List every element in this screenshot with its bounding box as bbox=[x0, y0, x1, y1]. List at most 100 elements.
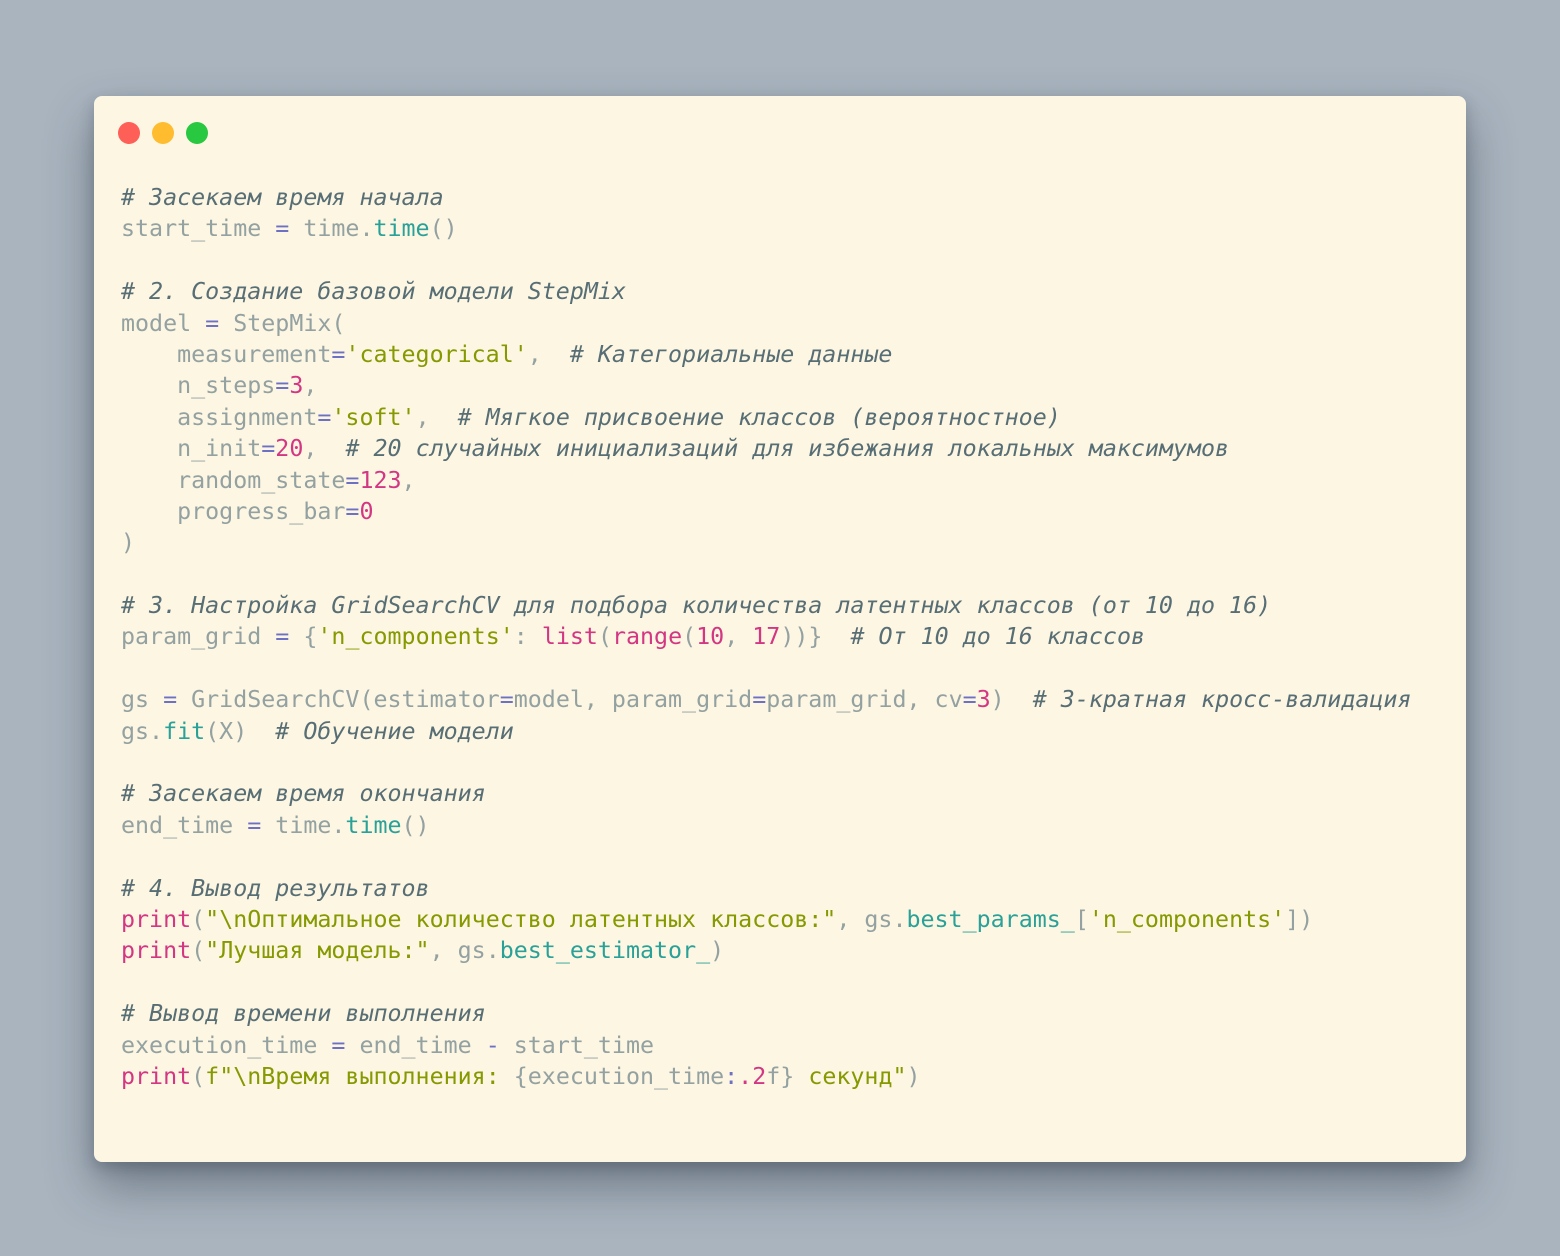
code-line: execution_time = end_time - start_time bbox=[121, 1030, 1411, 1061]
code-token: n_init bbox=[121, 435, 262, 463]
code-token: , bbox=[415, 403, 458, 431]
code-token: progress_bar bbox=[121, 497, 346, 525]
code-token: 'n_components' bbox=[1088, 905, 1286, 933]
code-line: print(f"\nВремя выполнения: {execution_t… bbox=[121, 1061, 1411, 1092]
code-token: "Лучшая модель:" bbox=[205, 937, 430, 965]
code-token: , gs. bbox=[836, 905, 907, 933]
code-token: model, param_grid bbox=[513, 686, 753, 714]
code-token: = bbox=[962, 686, 977, 714]
code-token: list bbox=[541, 623, 598, 651]
code-token: model bbox=[121, 309, 206, 337]
code-token: = bbox=[331, 1031, 346, 1059]
code-line: gs.fit(X) # Обучение модели bbox=[121, 716, 1411, 747]
code-token: end_time bbox=[345, 1031, 486, 1059]
code-line: n_steps=3, bbox=[121, 370, 1411, 401]
code-comment: # Засекаем время начала bbox=[121, 184, 444, 211]
code-token: {execution_time bbox=[513, 1062, 725, 1090]
code-token: [ bbox=[1074, 905, 1089, 933]
code-token: ( bbox=[191, 937, 206, 965]
code-token: time. bbox=[289, 215, 374, 243]
code-token: : bbox=[513, 623, 542, 651]
code-token: "\nОптимальное количество латентных клас… bbox=[205, 905, 837, 933]
code-token: (X) bbox=[205, 717, 276, 745]
code-comment: # 4. Вывод результатов bbox=[121, 874, 430, 902]
maximize-button[interactable] bbox=[186, 122, 208, 144]
window-controls bbox=[118, 122, 220, 144]
code-token: ) bbox=[121, 529, 136, 557]
code-token: ]) bbox=[1285, 905, 1314, 933]
code-token: , gs. bbox=[429, 937, 500, 965]
code-line: n_init=20, # 20 случайных инициализаций … bbox=[121, 433, 1411, 464]
code-token: , bbox=[401, 466, 416, 494]
code-token: 20 bbox=[275, 435, 304, 463]
code-token: measurement bbox=[121, 340, 332, 368]
code-token: assignment bbox=[121, 403, 318, 431]
code-line: end_time = time.time() bbox=[121, 810, 1411, 841]
code-token: : bbox=[724, 1062, 739, 1090]
close-button[interactable] bbox=[118, 122, 140, 144]
code-token: ) bbox=[906, 1062, 921, 1090]
code-token: ( bbox=[597, 623, 612, 651]
code-line: start_time = time.time() bbox=[121, 213, 1411, 244]
code-token: StepMix( bbox=[219, 309, 346, 337]
code-line: # 4. Вывод результатов bbox=[121, 873, 1411, 904]
code-token: , bbox=[303, 372, 318, 400]
code-token: = bbox=[345, 466, 360, 494]
code-token: random_state bbox=[121, 466, 346, 494]
code-comment: # 3. Настройка GridSearchCV для подбора … bbox=[121, 592, 1272, 620]
code-comment: # Мягкое присвоение классов (вероятностн… bbox=[457, 403, 1061, 431]
code-window: # Засекаем время начала start_time = time… bbox=[94, 96, 1466, 1162]
code-token: 0 bbox=[359, 497, 374, 525]
code-token: = bbox=[317, 403, 332, 431]
code-token: time bbox=[345, 811, 402, 839]
code-line: gs = GridSearchCV(estimator=model, param… bbox=[121, 684, 1411, 715]
code-line: # Засекаем время окончания bbox=[121, 778, 1411, 809]
code-comment: # Категориальные данные bbox=[569, 340, 893, 368]
code-line: random_state=123, bbox=[121, 465, 1411, 496]
code-token: = bbox=[205, 309, 220, 337]
code-token: 10 bbox=[696, 623, 725, 651]
code-token: f} bbox=[766, 1062, 795, 1090]
code-block: # Засекаем время начала start_time = time… bbox=[121, 182, 1411, 1092]
code-token: fit bbox=[163, 717, 206, 745]
code-token: ) bbox=[990, 686, 1033, 714]
code-token: () bbox=[429, 215, 458, 243]
code-token: start_time bbox=[121, 215, 276, 243]
code-comment: # От 10 до 16 классов bbox=[850, 623, 1146, 651]
code-token: 123 bbox=[359, 466, 402, 494]
code-token: = bbox=[275, 623, 290, 651]
code-line: print("\nОптимальное количество латентны… bbox=[121, 904, 1411, 935]
code-token: 3 bbox=[976, 686, 991, 714]
code-token: 3 bbox=[289, 372, 304, 400]
code-token: = bbox=[275, 215, 290, 243]
code-token: секунд" bbox=[794, 1062, 907, 1090]
code-line: # 2. Создание базовой модели StepMix bbox=[121, 276, 1411, 307]
code-token: n_steps bbox=[121, 372, 276, 400]
minimize-button[interactable] bbox=[152, 122, 174, 144]
code-token: GridSearchCV(estimator bbox=[177, 686, 500, 714]
code-token: = bbox=[499, 686, 514, 714]
code-comment: # 2. Создание базовой модели StepMix bbox=[121, 278, 626, 306]
code-token: .2 bbox=[738, 1062, 767, 1090]
code-token: , bbox=[724, 623, 753, 651]
code-line: ) bbox=[121, 527, 1411, 558]
code-token: , bbox=[303, 435, 346, 463]
code-line: print("Лучшая модель:", gs.best_estimato… bbox=[121, 935, 1411, 966]
code-line: measurement='categorical', # Категориаль… bbox=[121, 339, 1411, 370]
code-token: gs. bbox=[121, 717, 164, 745]
code-line: model = StepMix( bbox=[121, 308, 1411, 339]
code-token: print bbox=[121, 1062, 192, 1090]
code-line: assignment='soft', # Мягкое присвоение к… bbox=[121, 402, 1411, 433]
code-token: 'categorical' bbox=[345, 340, 528, 368]
code-token: = bbox=[331, 340, 346, 368]
code-token: start_time bbox=[499, 1031, 655, 1059]
code-line: # Вывод времени выполнения bbox=[121, 998, 1411, 1029]
code-line: param_grid = {'n_components': list(range… bbox=[121, 621, 1411, 652]
code-token: = bbox=[261, 435, 276, 463]
code-line: # Засекаем время начала bbox=[121, 182, 1411, 213]
